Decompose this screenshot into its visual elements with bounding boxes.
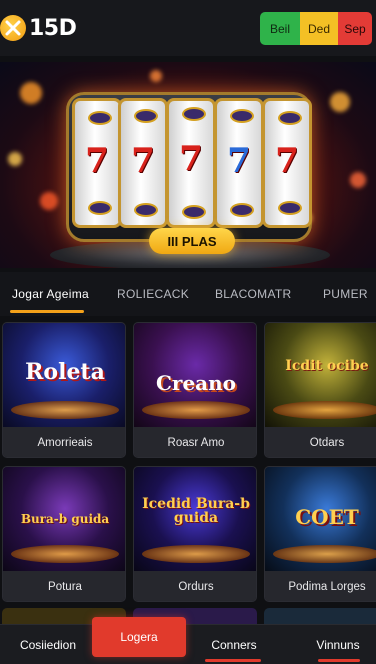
game-thumbnail: COET bbox=[265, 467, 376, 571]
play-button[interactable]: III PLAS bbox=[149, 228, 235, 254]
top-header: 15D Beil Ded Sep bbox=[0, 0, 376, 56]
game-title-art: Icdit ocibe bbox=[285, 358, 369, 374]
game-card-label: Podima Lorges bbox=[265, 571, 376, 601]
bottom-navigation: Cosiiedion Conners Vinnuns bbox=[0, 624, 376, 664]
game-thumbnail: Creano bbox=[134, 323, 256, 427]
tab-blacomatr[interactable]: BLACOMATR bbox=[215, 287, 292, 301]
game-card[interactable]: Icdit ocibe Otdars bbox=[264, 322, 376, 458]
game-card-label: Roasr Amo bbox=[134, 427, 256, 457]
game-thumbnail: Roleta bbox=[3, 323, 125, 427]
slot-reel: 7 bbox=[118, 98, 168, 228]
game-card-label: Otdars bbox=[265, 427, 376, 457]
header-button-beil[interactable]: Beil bbox=[260, 12, 300, 45]
game-thumbnail: Icedid Bura-b guida bbox=[134, 467, 256, 571]
nav-indicator bbox=[318, 659, 360, 662]
slot-reel: 7 bbox=[262, 98, 312, 228]
game-thumbnail: Icdit ocibe bbox=[265, 323, 376, 427]
game-thumbnail: Bura-b guida bbox=[3, 467, 125, 571]
logo-text: 15D bbox=[29, 15, 77, 41]
slot-reel: 7 bbox=[72, 98, 122, 228]
game-title-art: COET bbox=[295, 505, 359, 529]
header-button-sep[interactable]: Sep bbox=[338, 12, 372, 45]
game-card-label: Amorrieais bbox=[3, 427, 125, 457]
game-title-art: Icedid Bura-b guida bbox=[142, 496, 250, 526]
active-tab-indicator bbox=[10, 310, 84, 313]
logo[interactable]: 15D bbox=[0, 0, 77, 56]
slot-reel: 7 bbox=[166, 98, 216, 228]
nav-indicator bbox=[205, 659, 261, 662]
game-title-art: Roleta bbox=[25, 359, 105, 385]
game-card-label: Potura bbox=[3, 571, 125, 601]
tab-roliecack[interactable]: ROLIECACK bbox=[117, 287, 189, 301]
game-title-art: Creano bbox=[155, 371, 237, 395]
tab-jogar-ageima[interactable]: Jogar Ageima bbox=[12, 287, 89, 301]
game-card[interactable]: Creano Roasr Amo bbox=[133, 322, 257, 458]
game-card[interactable]: Bura-b guida Potura bbox=[2, 466, 126, 602]
game-card[interactable]: Roleta Amorrieais bbox=[2, 322, 126, 458]
game-title-art: Bura-b guida bbox=[20, 512, 110, 526]
slot-reel: 7 bbox=[214, 98, 264, 228]
nav-item-logera[interactable]: Logera bbox=[92, 617, 186, 657]
nav-item-cosiiedion[interactable]: Cosiiedion bbox=[8, 625, 88, 664]
crossed-tools-icon bbox=[0, 15, 26, 41]
game-card[interactable]: COET Podima Lorges bbox=[264, 466, 376, 602]
tab-pumer[interactable]: PUMER bbox=[323, 287, 368, 301]
game-card-partial[interactable] bbox=[264, 608, 376, 624]
game-card-label: Ordurs bbox=[134, 571, 256, 601]
header-button-ded[interactable]: Ded bbox=[300, 12, 338, 45]
game-card[interactable]: Icedid Bura-b guida Ordurs bbox=[133, 466, 257, 602]
